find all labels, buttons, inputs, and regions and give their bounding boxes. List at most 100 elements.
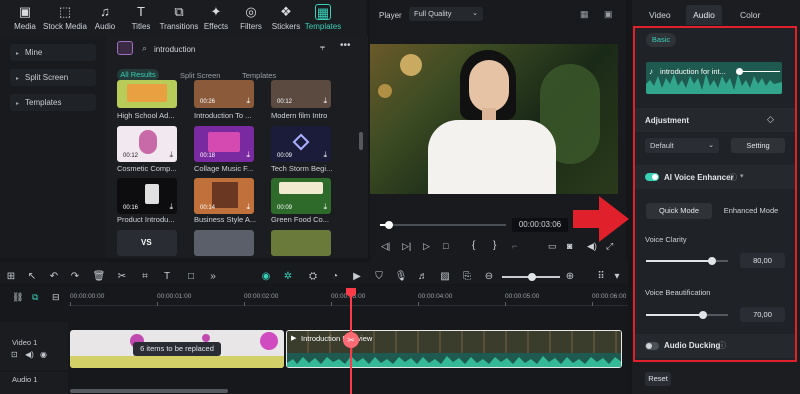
template-thumbnail[interactable]: 00:26 ⤓ — [194, 80, 254, 108]
quality-dropdown[interactable]: Full Quality ⌄ — [409, 7, 483, 21]
filter-tab-split-screen[interactable]: Split Screen — [180, 71, 220, 80]
marker-icon[interactable]: ⛉ — [372, 271, 386, 282]
slider-handle[interactable] — [708, 257, 716, 265]
keyframe-diamond-icon[interactable]: ◇ — [767, 114, 774, 125]
volume-icon[interactable]: ◀) — [587, 241, 597, 252]
toolbar-media[interactable]: ▣ Media — [5, 4, 45, 31]
track-link-icon[interactable]: ⧉ — [32, 292, 38, 303]
clip-volume-handle[interactable] — [736, 68, 743, 75]
shape-tool-icon[interactable]: □ — [184, 271, 198, 282]
voice-beautification-value[interactable]: 70,00 — [740, 307, 785, 322]
delete-icon[interactable]: 🗑 — [92, 271, 106, 282]
toolbar-stock-media[interactable]: ⬚ Stock Media — [42, 4, 88, 31]
track-settings-icon[interactable]: ⊟ — [52, 292, 60, 303]
template-thumbnail[interactable]: 00:18 ⤓ — [194, 126, 254, 162]
link-icon[interactable]: ⛭ — [306, 271, 320, 282]
detach-icon[interactable]: ⎘ — [460, 271, 474, 282]
download-icon[interactable]: ⤓ — [169, 150, 173, 160]
snapshot-icon[interactable]: ▣ — [604, 9, 613, 20]
slider-handle[interactable] — [699, 311, 707, 319]
basic-tab[interactable]: Basic — [646, 33, 676, 47]
toolbar-audio[interactable]: ♫ Audio — [87, 4, 123, 31]
timeline-scrollbar[interactable] — [70, 389, 228, 393]
more-tools-icon[interactable]: » — [206, 271, 220, 282]
toolbar-transitions[interactable]: ⧉ Transitions — [157, 4, 201, 31]
audio-clip-preview[interactable]: ♪ introduction for int... — [646, 62, 782, 94]
display-icon[interactable]: ▭ — [548, 241, 557, 252]
tab-video[interactable]: Video — [649, 10, 671, 20]
layout-icon[interactable]: ⊞ — [4, 271, 18, 282]
enhanced-mode-button[interactable]: Enhanced Mode — [718, 203, 784, 219]
template-thumbnail[interactable] — [194, 230, 254, 256]
marker-icon[interactable]: ⌐ — [512, 241, 517, 251]
zoom-handle[interactable] — [528, 273, 536, 281]
voice-beautification-slider[interactable] — [646, 311, 728, 319]
chevron-down-icon[interactable]: ▾ — [740, 172, 744, 180]
video-preview[interactable] — [370, 44, 618, 194]
undo-icon[interactable]: ↶ — [47, 271, 61, 282]
grid-view-icon[interactable]: ▦ — [580, 9, 589, 20]
select-tool-icon[interactable]: ↖ — [25, 271, 39, 282]
download-icon[interactable]: ⤓ — [323, 96, 327, 106]
template-search-input[interactable] — [154, 42, 304, 56]
template-thumbnail[interactable]: VS — [117, 230, 177, 256]
template-thumbnail[interactable] — [117, 80, 177, 108]
lock-icon[interactable]: ⊡ — [11, 350, 18, 359]
redo-icon[interactable]: ↷ — [68, 271, 82, 282]
stop-icon[interactable]: □ — [443, 241, 448, 251]
toolbar-filters[interactable]: ◎ Filters — [234, 4, 268, 31]
toolbar-effects[interactable]: ✦ Effects — [198, 4, 234, 31]
speed-icon[interactable]: ◔ — [328, 271, 342, 282]
template-thumbnail[interactable]: 00:12 ⤓ — [117, 126, 177, 162]
sidebar-item-templates[interactable]: Templates — [10, 94, 96, 111]
mark-out-icon[interactable]: } — [493, 240, 496, 251]
snap-icon[interactable]: ✲ — [281, 271, 295, 282]
audio-mix-icon[interactable]: ♬ — [416, 271, 430, 282]
zoom-out-icon[interactable]: ⊖ — [482, 271, 496, 282]
chevron-down-icon[interactable]: ▾ — [610, 271, 624, 282]
voice-clarity-slider[interactable] — [646, 257, 728, 265]
zoom-slider[interactable] — [502, 273, 560, 281]
progress-handle[interactable] — [385, 221, 393, 229]
crop-icon[interactable]: ⌗ — [138, 271, 152, 282]
template-thumbnail[interactable] — [271, 230, 331, 256]
microphone-icon[interactable]: 🎙 — [394, 271, 408, 282]
mark-in-icon[interactable]: { — [472, 240, 475, 251]
template-thumbnail[interactable]: 00:09 ⤓ — [271, 126, 331, 162]
playhead-scissors-icon[interactable]: ✂ — [343, 332, 359, 348]
template-thumbnail[interactable]: 00:16 ⤓ — [117, 178, 177, 214]
video-clip[interactable]: ▶ Introduction Interview — [286, 330, 622, 368]
audio-ducking-toggle[interactable] — [645, 342, 659, 350]
download-icon[interactable]: ⤓ — [246, 150, 250, 160]
previous-frame-icon[interactable]: ◁| — [381, 241, 390, 252]
image-icon[interactable]: ▨ — [438, 271, 452, 282]
visibility-eye-icon[interactable]: ◉ — [40, 350, 47, 359]
help-icon[interactable]: ⓘ — [718, 340, 726, 351]
tab-color[interactable]: Color — [740, 10, 760, 20]
quick-mode-button[interactable]: Quick Mode — [646, 203, 712, 219]
split-scissors-icon[interactable]: ✂ — [115, 271, 129, 282]
download-icon[interactable]: ⤓ — [169, 202, 173, 212]
auto-ripple-icon[interactable]: ◉ — [259, 271, 273, 282]
template-thumbnail[interactable]: 00:14 ⤓ — [194, 178, 254, 214]
mute-icon[interactable]: ◀) — [25, 350, 34, 359]
toolbar-templates[interactable]: ▦ Templates — [303, 4, 343, 31]
play-icon[interactable]: ▷ — [423, 241, 430, 252]
sidebar-item-split-screen[interactable]: Split Screen — [10, 69, 96, 86]
play-step-icon[interactable]: ▷| — [402, 241, 411, 252]
render-icon[interactable]: ▶ — [350, 271, 364, 282]
download-icon[interactable]: ⤓ — [246, 202, 250, 212]
zoom-in-icon[interactable]: ⊕ — [563, 271, 577, 282]
reset-button[interactable]: Reset — [645, 372, 671, 386]
sidebar-item-mine[interactable]: Mine — [10, 44, 96, 61]
preset-dropdown[interactable]: Default ⌄ — [645, 138, 719, 153]
tab-audio[interactable]: Audio — [686, 5, 722, 25]
setting-button[interactable]: Setting — [731, 138, 785, 153]
toolbar-stickers[interactable]: ❖ Stickers — [268, 4, 304, 31]
template-folder-button[interactable] — [117, 41, 133, 55]
fullscreen-icon[interactable]: ⤢ — [606, 241, 613, 252]
template-scrollbar[interactable] — [359, 132, 363, 150]
filter-tab-templates[interactable]: Templates — [242, 71, 276, 80]
text-tool-icon[interactable]: T — [160, 271, 174, 282]
playback-progress-bar[interactable] — [380, 221, 506, 229]
